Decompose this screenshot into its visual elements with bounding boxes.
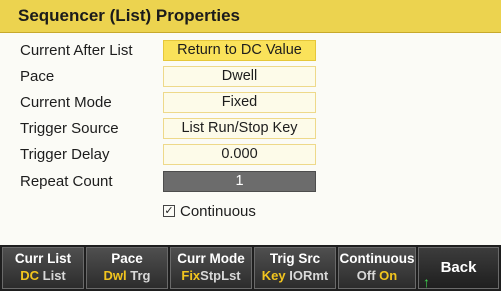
trigger-source-field[interactable]: List Run/Stop Key — [163, 118, 316, 139]
continuous-checkbox[interactable]: ✓ — [163, 205, 175, 218]
label-trigger-delay: Trigger Delay — [20, 146, 110, 163]
option-stp: Stp — [200, 268, 222, 283]
label-pace: Pace — [20, 68, 55, 85]
option-dc: DC — [20, 268, 40, 283]
option-trg: Trg — [130, 268, 151, 283]
softkey-trig-src-title: Trig Src — [269, 251, 321, 266]
continuous-checkbox-row[interactable]: ✓ Continuous — [163, 203, 256, 221]
softkey-curr-mode-options: FixStpLst — [171, 268, 251, 284]
option-io: IO — [289, 268, 303, 283]
trigger-delay-field[interactable]: 0.000 — [163, 144, 316, 165]
shift-arrow-icon: ↑ — [423, 274, 430, 290]
label-trigger-source: Trigger Source — [20, 120, 119, 137]
current-after-list-field[interactable]: Return to DC Value — [163, 40, 316, 61]
softkey-curr-list-title: Curr List — [14, 251, 72, 266]
label-current-after-list: Current After List — [20, 42, 133, 59]
softkey-continuous-options: Off On — [339, 268, 415, 284]
softkey-bar: Curr List DC List Pace Dwl Trg Curr Mode… — [0, 245, 501, 291]
softkey-curr-mode-title: Curr Mode — [177, 251, 245, 266]
back-button[interactable]: Back — [418, 247, 499, 289]
softkey-trig-src[interactable]: Trig Src Key IORmt — [254, 247, 336, 289]
repeat-count-field[interactable]: 1 — [163, 171, 316, 192]
softkey-curr-list[interactable]: Curr List DC List — [2, 247, 84, 289]
option-lst: Lst — [221, 268, 241, 283]
option-fix: Fix — [181, 268, 201, 283]
continuous-label: Continuous — [180, 203, 256, 220]
option-list: List — [42, 268, 66, 283]
label-current-mode: Current Mode — [20, 94, 112, 111]
option-rmt: Rmt — [302, 268, 329, 283]
softkey-trig-src-options: Key IORmt — [255, 268, 335, 284]
title-bar: Sequencer (List) Properties — [0, 0, 501, 33]
softkey-continuous-title: Continuous — [339, 251, 415, 266]
softkey-pace[interactable]: Pace Dwl Trg — [86, 247, 168, 289]
softkey-curr-list-options: DC List — [3, 268, 83, 284]
softkey-curr-mode[interactable]: Curr Mode FixStpLst — [170, 247, 252, 289]
window-title: Sequencer (List) Properties — [18, 6, 241, 25]
label-repeat-count: Repeat Count — [20, 173, 113, 190]
option-key: Key — [261, 268, 286, 283]
pace-field[interactable]: Dwell — [163, 66, 316, 87]
softkey-pace-options: Dwl Trg — [87, 268, 167, 284]
current-mode-field[interactable]: Fixed — [163, 92, 316, 113]
option-on: On — [379, 268, 398, 283]
softkey-continuous[interactable]: Continuous Off On — [338, 247, 416, 289]
softkey-pace-title: Pace — [111, 251, 143, 266]
option-dwl: Dwl — [103, 268, 127, 283]
option-off: Off — [356, 268, 376, 283]
